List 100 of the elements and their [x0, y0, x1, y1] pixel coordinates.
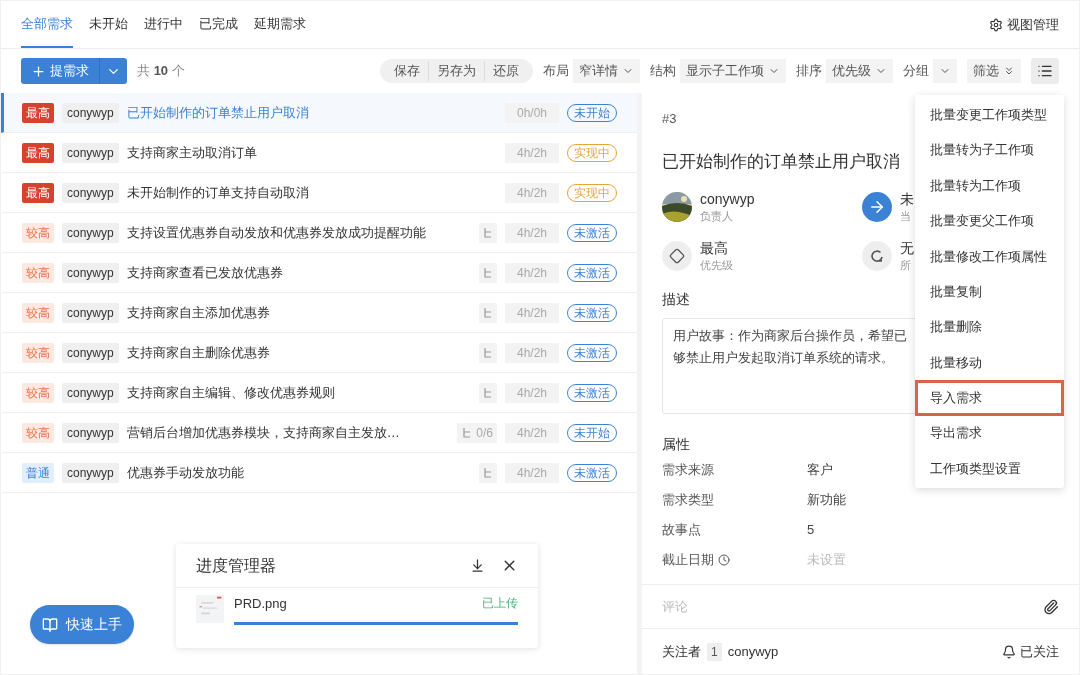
settings-icon — [989, 17, 1003, 32]
comment-field[interactable]: 评论 — [662, 596, 1043, 617]
item-count: 共 10 个 — [137, 62, 185, 81]
priority-tag: 普通 — [22, 462, 54, 483]
menu-item[interactable]: 批量变更父工作项 — [915, 203, 1064, 239]
select-dropdown[interactable]: 窄详情 — [573, 59, 640, 83]
menu-item[interactable]: 批量转为工作项 — [915, 167, 1064, 204]
tab[interactable]: 全部需求 — [21, 1, 73, 48]
menu-button[interactable] — [1031, 58, 1059, 84]
time-tag: 4h/2h — [505, 302, 559, 323]
menu-item[interactable]: 导出需求 — [915, 415, 1064, 451]
owner-tag: conywyp — [62, 262, 119, 283]
subtask-icon — [482, 386, 494, 399]
quick-start-button[interactable]: 快速上手 — [30, 605, 134, 644]
time-tag: 0h/0h — [505, 102, 559, 123]
priority-tag: 较高 — [22, 422, 54, 443]
time-tag: 4h/2h — [505, 182, 559, 203]
subtask-icon — [482, 226, 494, 239]
menu-item[interactable]: 批量复制 — [915, 273, 1064, 310]
section-heading: 属性 — [662, 435, 690, 454]
watchers-count: 1 — [707, 642, 722, 661]
tab[interactable]: 进行中 — [144, 1, 183, 48]
owner-tag: conywyp — [62, 462, 119, 483]
list-icon — [1037, 63, 1053, 79]
priority-tag: 较高 — [22, 262, 54, 283]
owner-tag: conywyp — [62, 302, 119, 323]
time-tag: 4h/2h — [505, 142, 559, 163]
menu-item[interactable]: 导入需求 — [915, 380, 1064, 416]
item-title: 支持商家主动取消订单 — [126, 143, 258, 162]
attribute-value: 新功能 — [807, 491, 846, 510]
owner-tag: conywyp — [62, 102, 119, 123]
list-row[interactable]: 较高 conywyp 营销后台增加优惠券模块，支持商家自主发放… 0/6 4h/2h 未开始 — [1, 413, 637, 453]
menu-item[interactable]: 批量变更工作项类型 — [915, 97, 1064, 133]
select-label: 结构 — [650, 62, 676, 81]
owner-tag: conywyp — [62, 382, 119, 403]
view-manage-button[interactable]: 视图管理 — [989, 14, 1059, 35]
time-tag: 4h/2h — [505, 222, 559, 243]
list-row[interactable]: 较高 conywyp 支持商家自主添加优惠券 4h/2h 未激活 — [1, 293, 637, 333]
view-action-button[interactable]: 另存为 — [428, 61, 484, 81]
attribute-label: 需求类型 — [662, 491, 715, 510]
priority-tag: 最高 — [22, 182, 54, 203]
list-row[interactable]: 普通 conywyp 优惠券手动发放功能 4h/2h 未激活 — [1, 453, 637, 493]
select-label: 分组 — [903, 62, 929, 81]
item-title: 支持设置优惠券自动发放和优惠券发放成功提醒功能 — [126, 223, 427, 242]
paperclip-icon — [1043, 598, 1059, 615]
list-row[interactable]: 最高 conywyp 未开始制作的订单支持自动取消 4h/2h 实现中 — [1, 173, 637, 213]
subtask-count: 0/6 — [457, 422, 497, 443]
item-title: 支持商家自主删除优惠券 — [126, 343, 271, 362]
attribute-label: 截止日期 — [662, 550, 807, 570]
item-title: 支持商家自主编辑、修改优惠券规则 — [126, 383, 336, 402]
field-label: 所 — [900, 257, 912, 273]
item-title: 营销后台增加优惠券模块，支持商家自主发放… — [126, 423, 401, 442]
item-number: #3 — [662, 110, 677, 128]
priority-tag: 较高 — [22, 302, 54, 323]
create-button[interactable]: 提需求 — [21, 58, 99, 84]
time-tag: 4h/2h — [505, 262, 559, 283]
priority-tag: 较高 — [22, 222, 54, 243]
menu-item[interactable]: 工作项类型设置 — [915, 450, 1064, 487]
book-icon — [42, 616, 58, 633]
view-action-button[interactable]: 还原 — [484, 61, 527, 81]
list-row[interactable]: 较高 conywyp 支持商家自主编辑、修改优惠券规则 4h/2h 未激活 — [1, 373, 637, 413]
list-row[interactable]: 最高 conywyp 支持商家主动取消订单 4h/2h 实现中 — [1, 133, 637, 173]
clock-icon — [718, 554, 730, 566]
field-value: 无 — [900, 238, 914, 257]
priority-tag: 最高 — [22, 142, 54, 163]
priority-tag: 较高 — [22, 342, 54, 363]
menu-item[interactable]: 批量转为子工作项 — [915, 132, 1064, 168]
tab[interactable]: 延期需求 — [254, 1, 306, 48]
owner-tag: conywyp — [62, 142, 119, 163]
time-tag: 4h/2h — [505, 422, 559, 443]
detail-title: 已开始制作的订单禁止用户取消 — [662, 150, 900, 173]
field-label: 负责人 — [700, 209, 734, 224]
attribute-value: 客户 — [807, 461, 833, 480]
view-action-button[interactable]: 保存 — [386, 61, 428, 81]
plus-icon — [31, 63, 46, 79]
upload-status: 已上传 — [482, 595, 518, 612]
select-label: 排序 — [796, 62, 822, 81]
section-heading: 描述 — [662, 290, 690, 309]
list-row[interactable]: 最高 conywyp 已开始制作的订单禁止用户取消 0h/0h 未开始 — [1, 93, 637, 133]
tab[interactable]: 未开始 — [89, 1, 128, 48]
tab[interactable]: 已完成 — [199, 1, 238, 48]
follow-button[interactable]: 已关注 — [1002, 641, 1059, 662]
list-row[interactable]: 较高 conywyp 支持商家自主删除优惠券 4h/2h 未激活 — [1, 333, 637, 373]
list-row[interactable]: 较高 conywyp 支持商家查看已发放优惠券 4h/2h 未激活 — [1, 253, 637, 293]
menu-item[interactable]: 批量修改工作项属性 — [915, 238, 1064, 274]
select-dropdown[interactable]: 显示子工作项 — [680, 59, 786, 83]
list-row[interactable]: 较高 conywyp 支持设置优惠券自动发放和优惠券发放成功提醒功能 4h/2h 未激活 — [1, 213, 637, 253]
item-title: 已开始制作的订单禁止用户取消 — [126, 103, 310, 122]
select-dropdown[interactable]: 优先级 — [826, 59, 893, 83]
item-title: 支持商家查看已发放优惠券 — [126, 263, 284, 282]
filter-button[interactable]: 筛选 — [967, 59, 1021, 83]
priority-tag: 较高 — [22, 382, 54, 403]
item-title: 支持商家自主添加优惠券 — [126, 303, 271, 322]
subtask-icon — [482, 346, 494, 359]
subtask-icon — [482, 466, 494, 479]
watcher-name: conywyp — [727, 642, 780, 661]
owner-tag: conywyp — [62, 222, 119, 243]
item-title: 未开始制作的订单支持自动取消 — [126, 183, 310, 202]
owner-tag: conywyp — [62, 182, 119, 203]
time-tag: 4h/2h — [505, 342, 559, 363]
